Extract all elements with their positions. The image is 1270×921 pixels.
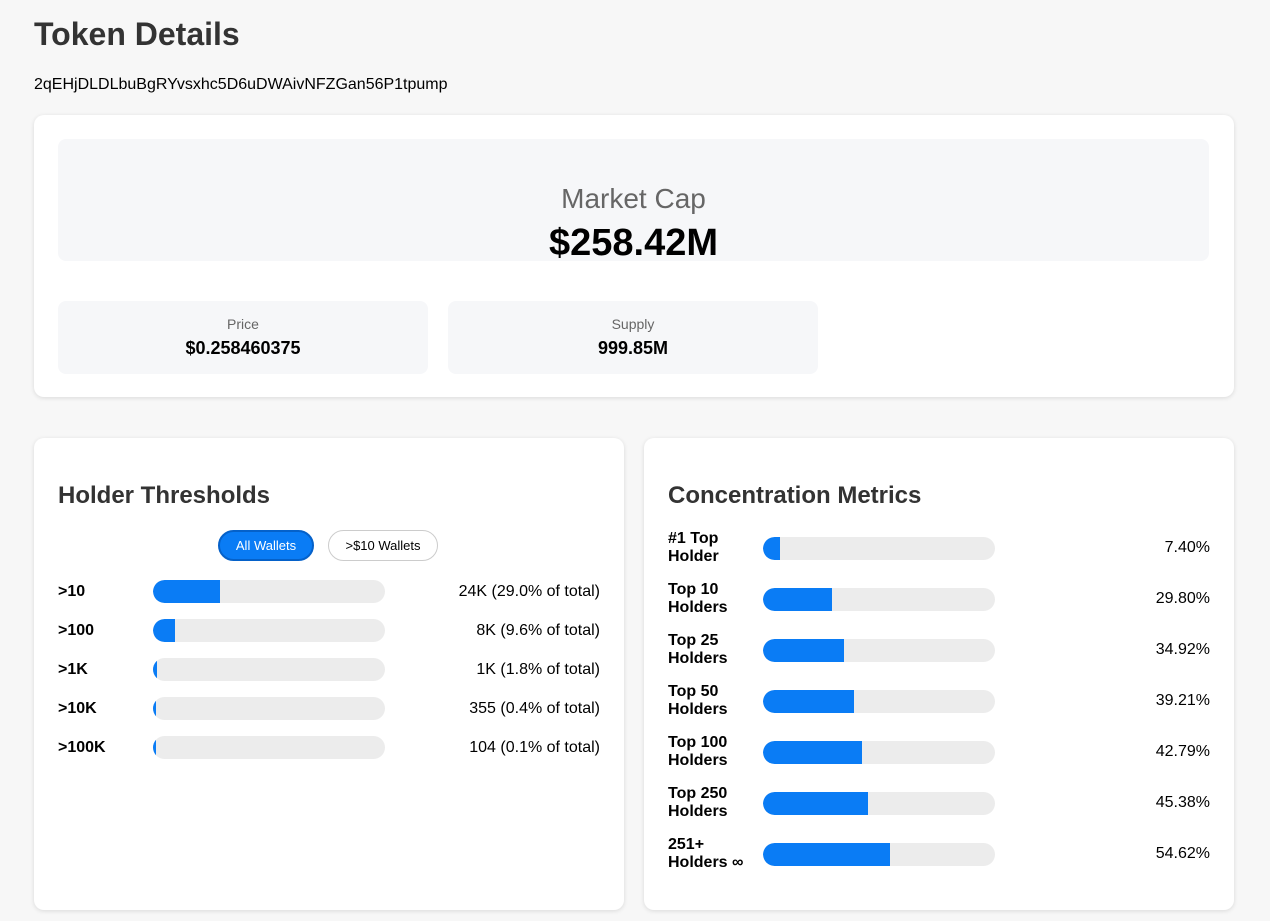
concentration-label-line1: 251+ <box>668 836 705 853</box>
concentration-row: 251+ Holders ∞ 54.62% <box>668 836 1210 876</box>
concentration-value: 34.92% <box>1155 641 1210 658</box>
concentration-row: #1 Top Holder 7.40% <box>668 530 1210 570</box>
concentration-row: Top 50 Holders 39.21% <box>668 683 1210 723</box>
concentration-label: Top 50 Holders <box>668 683 758 719</box>
concentration-label: Top 10 Holders <box>668 581 758 617</box>
concentration-value: 7.40% <box>1164 539 1210 556</box>
concentration-bar-fill <box>763 639 844 662</box>
threshold-bar-fill <box>153 697 156 720</box>
price-value: $0.258460375 <box>185 338 301 358</box>
threshold-bar <box>153 736 385 759</box>
concentration-value: 39.21% <box>1155 692 1210 709</box>
concentration-bar-fill <box>763 588 833 611</box>
holder-threshold-row: >1K 1K (1.8% of total) <box>58 652 600 692</box>
price-label: Price <box>227 316 259 332</box>
concentration-value: 42.79% <box>1155 743 1210 760</box>
concentration-bar <box>763 843 995 866</box>
concentration-label: Top 250 Holders <box>668 785 758 821</box>
concentration-bar <box>763 792 995 815</box>
concentration-row: Top 10 Holders 29.80% <box>668 581 1210 621</box>
holder-threshold-row: >100 8K (9.6% of total) <box>58 613 600 653</box>
market-cap-label: Market Cap <box>561 183 706 214</box>
threshold-value: 8K (9.6% of total) <box>476 622 600 639</box>
concentration-bar <box>763 741 995 764</box>
concentration-bar-fill <box>763 792 869 815</box>
concentration-bar <box>763 639 995 662</box>
threshold-label: >1K <box>58 661 88 678</box>
summary-card: Market Cap $258.42M Price $0.258460375 S… <box>34 115 1234 397</box>
threshold-bar <box>153 580 385 603</box>
market-cap-value: $258.42M <box>548 222 718 264</box>
market-cap-box: Market Cap $258.42M <box>58 139 1209 264</box>
concentration-bar-fill <box>763 741 863 764</box>
holder-threshold-row: >10 24K (29.0% of total) <box>58 574 600 614</box>
concentration-label: Top 25 Holders <box>668 632 758 668</box>
threshold-label: >10K <box>58 700 97 717</box>
price-box: Price $0.258460375 <box>58 301 428 374</box>
concentration-metrics-card: Concentration Metrics #1 Top Holder 7.40… <box>644 438 1234 910</box>
concentration-label-line2: Holder <box>668 548 719 565</box>
threshold-label: >10 <box>58 583 86 600</box>
threshold-value: 104 (0.1% of total) <box>469 739 600 756</box>
supply-box: Supply 999.85M <box>448 301 818 374</box>
threshold-value: 355 (0.4% of total) <box>469 700 600 717</box>
concentration-label-line1: Top 100 <box>668 734 728 751</box>
all-wallets-toggle[interactable]: All Wallets <box>218 530 314 561</box>
token-address: 2qEHjDLDLbuBgRYvsxhc5D6uDWAivNFZGan56P1t… <box>34 76 448 93</box>
concentration-label: #1 Top Holder <box>668 530 758 566</box>
supply-label: Supply <box>611 316 655 332</box>
concentration-label-line1: Top 10 <box>668 581 719 598</box>
threshold-bar <box>153 619 385 642</box>
threshold-bar-fill <box>153 619 176 642</box>
threshold-bar-fill <box>153 658 158 681</box>
concentration-metrics-title: Concentration Metrics <box>668 482 922 509</box>
concentration-bar-fill <box>763 843 890 866</box>
concentration-label-line2: Holders <box>668 803 728 820</box>
page-title: Token Details <box>34 16 240 52</box>
concentration-bar <box>763 690 995 713</box>
holder-thresholds-card: Holder Thresholds All Wallets >$10 Walle… <box>34 438 624 910</box>
threshold-label: >100K <box>58 739 106 756</box>
threshold-bar-fill <box>153 580 221 603</box>
concentration-bar <box>763 588 995 611</box>
concentration-row: Top 250 Holders 45.38% <box>668 785 1210 825</box>
concentration-value: 54.62% <box>1155 845 1210 862</box>
concentration-row: Top 25 Holders 34.92% <box>668 632 1210 672</box>
threshold-bar <box>153 658 385 681</box>
concentration-label-line1: Top 250 <box>668 785 728 802</box>
concentration-bar-fill <box>763 537 781 560</box>
concentration-label: Top 100 Holders <box>668 734 758 770</box>
supply-value: 999.85M <box>597 338 669 358</box>
concentration-value: 29.80% <box>1155 590 1210 607</box>
threshold-label: >100 <box>58 622 95 639</box>
concentration-label: 251+ Holders ∞ <box>668 836 758 872</box>
concentration-value: 45.38% <box>1155 794 1210 811</box>
concentration-label-line1: #1 Top <box>668 530 719 547</box>
over-10-wallets-toggle[interactable]: >$10 Wallets <box>328 530 438 561</box>
threshold-bar <box>153 697 385 720</box>
threshold-value: 1K (1.8% of total) <box>476 661 600 678</box>
concentration-label-line1: Top 50 <box>668 683 719 700</box>
concentration-label-line2: Holders ∞ <box>668 854 744 871</box>
holder-threshold-row: >10K 355 (0.4% of total) <box>58 691 600 731</box>
concentration-label-line2: Holders <box>668 752 728 769</box>
threshold-value: 24K (29.0% of total) <box>458 583 600 600</box>
concentration-bar-fill <box>763 690 854 713</box>
concentration-label-line2: Holders <box>668 701 728 718</box>
concentration-label-line2: Holders <box>668 599 728 616</box>
concentration-label-line2: Holders <box>668 650 728 667</box>
concentration-bar <box>763 537 995 560</box>
threshold-bar-fill <box>153 736 156 759</box>
holder-thresholds-title: Holder Thresholds <box>58 482 271 509</box>
holder-threshold-row: >100K 104 (0.1% of total) <box>58 730 600 770</box>
concentration-row: Top 100 Holders 42.79% <box>668 734 1210 774</box>
concentration-label-line1: Top 25 <box>668 632 719 649</box>
